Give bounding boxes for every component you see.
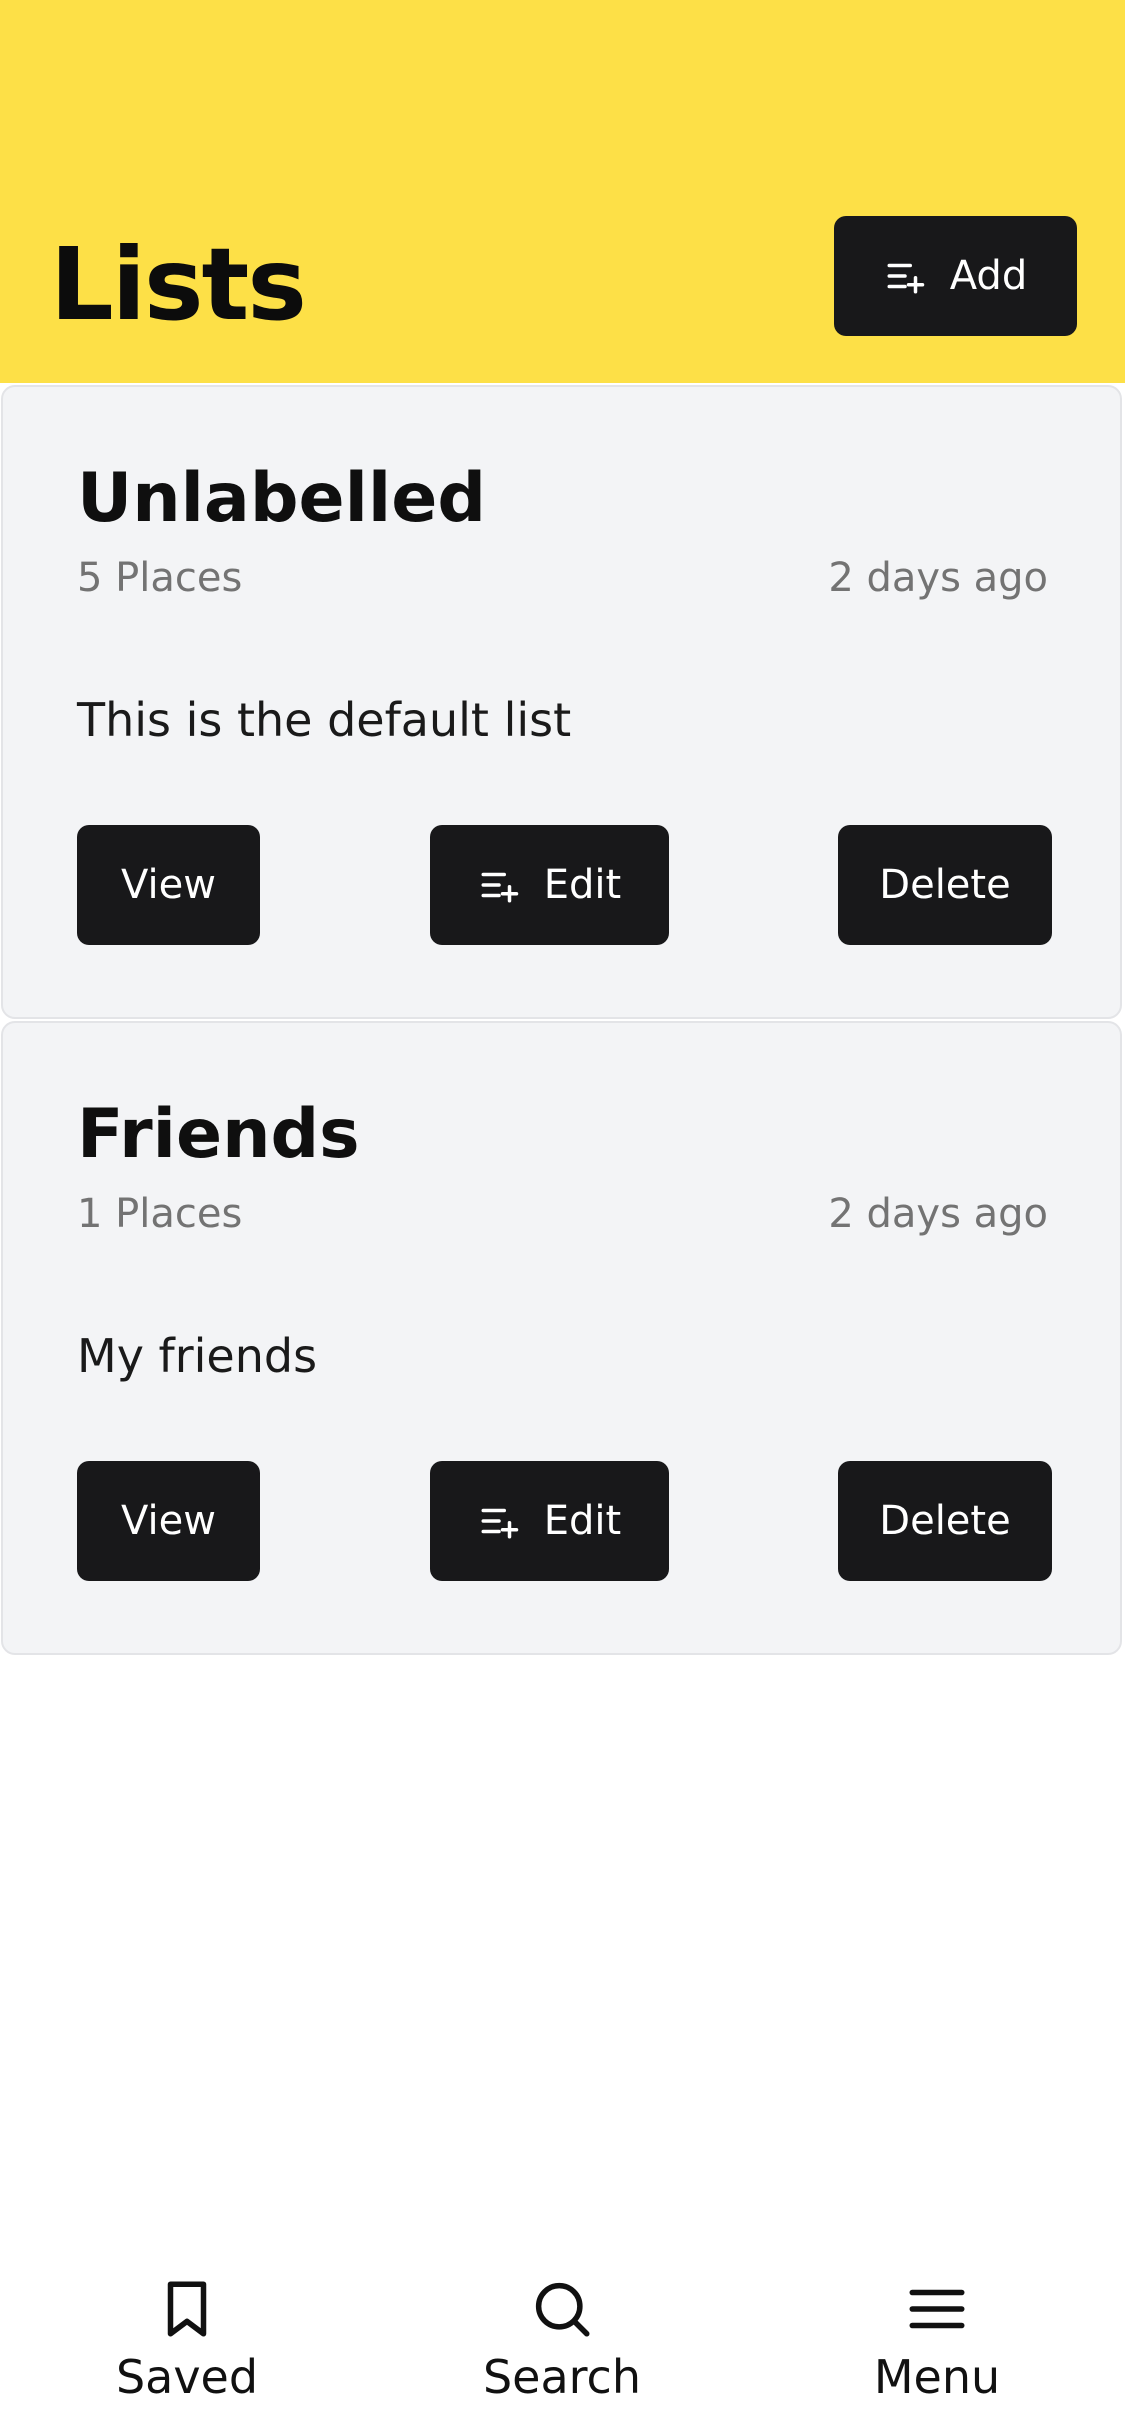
view-button-label: View [121,1498,216,1544]
delete-button-label: Delete [879,862,1011,908]
playlist-add-icon [884,255,926,297]
menu-icon [904,2276,970,2342]
view-button[interactable]: View [77,825,260,945]
playlist-edit-icon [478,1500,520,1542]
list-updated-time: 2 days ago [828,555,1048,601]
add-button-label: Add [949,253,1028,299]
nav-label-menu: Menu [873,2350,1001,2404]
list-place-count: 1 Places [77,1191,243,1237]
nav-item-saved[interactable]: Saved [57,2276,317,2426]
edit-button-label: Edit [543,1498,622,1544]
delete-button[interactable]: Delete [838,825,1052,945]
delete-button[interactable]: Delete [838,1461,1052,1581]
edit-button[interactable]: Edit [430,1461,669,1581]
list-card: Friends 1 Places 2 days ago My friends V… [1,1021,1122,1655]
list-card: Unlabelled 5 Places 2 days ago This is t… [1,385,1122,1019]
page-title: Lists [50,226,307,343]
list-description: This is the default list [77,693,572,747]
list-title: Friends [77,1095,360,1174]
list-place-count: 5 Places [77,555,243,601]
edit-button[interactable]: Edit [430,825,669,945]
nav-item-search[interactable]: Search [432,2276,692,2426]
nav-item-menu[interactable]: Menu [807,2276,1067,2426]
list-updated-time: 2 days ago [828,1191,1048,1237]
nav-label-search: Search [482,2350,642,2404]
header-bar: Lists Add [0,0,1125,383]
delete-button-label: Delete [879,1498,1011,1544]
playlist-edit-icon [478,864,520,906]
list-title: Unlabelled [77,459,487,538]
view-button-label: View [121,862,216,908]
list-description: My friends [77,1329,318,1383]
view-button[interactable]: View [77,1461,260,1581]
search-icon [529,2276,595,2342]
bottom-navigation: Saved Search Menu [0,2236,1125,2436]
add-list-button[interactable]: Add [834,216,1077,336]
edit-button-label: Edit [543,862,622,908]
bookmark-icon [154,2276,220,2342]
nav-label-saved: Saved [115,2350,259,2404]
